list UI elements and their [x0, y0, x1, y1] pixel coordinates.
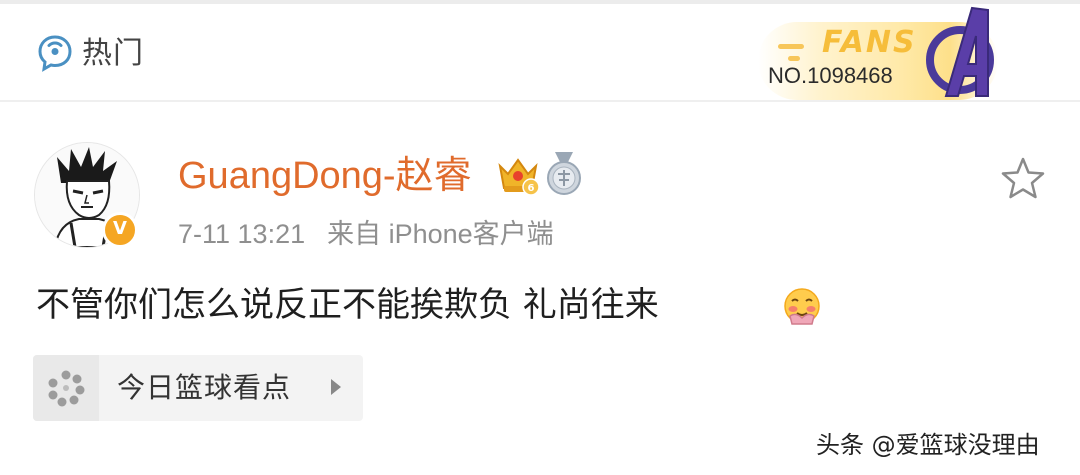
svg-text:6: 6	[528, 183, 535, 194]
post-source[interactable]: 来自 iPhone客户端	[327, 219, 554, 249]
crown-vip-icon[interactable]: 6	[496, 154, 540, 196]
header-divider	[0, 100, 1080, 102]
verified-badge-icon: V	[102, 212, 138, 248]
fans-label: FANS	[822, 25, 917, 60]
fans-dash	[788, 56, 800, 61]
fans-badge[interactable]: FANS NO.1098468	[758, 6, 1008, 102]
post-content: 不管你们怎么说反正不能挨欺负 礼尚往来	[36, 285, 659, 325]
topic-pinwheel-icon	[48, 370, 85, 407]
post-time: 7-11 13:21	[178, 219, 306, 249]
topic-label: 今日篮球看点	[117, 371, 292, 404]
username[interactable]: GuangDong-赵睿	[178, 152, 472, 200]
topic-card[interactable]: 今日篮球看点	[33, 355, 363, 421]
section-header: 热门 FANS NO.1098468	[0, 4, 1080, 100]
section-title[interactable]: 热门	[82, 34, 144, 74]
avengers-logo-icon	[926, 6, 994, 97]
topic-icon-box	[33, 355, 99, 421]
chevron-right-icon	[331, 379, 341, 395]
blush-emoji-icon	[784, 288, 820, 325]
fans-dash	[778, 44, 804, 49]
hot-topic-icon	[38, 35, 72, 72]
post-meta: 7-11 13:21 来自 iPhone客户端	[178, 216, 554, 252]
fans-number: NO.1098468	[768, 63, 893, 88]
medal-icon[interactable]	[545, 150, 583, 196]
watermark: 头条 @爱篮球没理由	[816, 431, 1040, 459]
favorite-star-icon[interactable]	[1000, 156, 1046, 200]
